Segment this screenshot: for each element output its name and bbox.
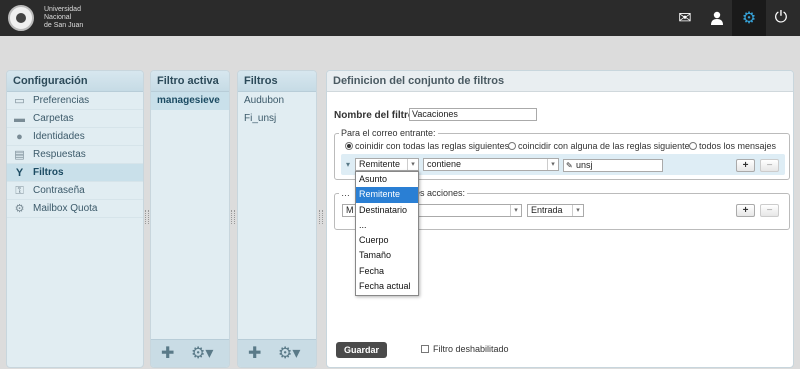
filter-disabled-option[interactable]: Filtro deshabilitado: [421, 344, 509, 354]
filter-icon: Y: [15, 167, 24, 179]
save-button[interactable]: Guardar: [336, 342, 387, 358]
filterset-item[interactable]: managesieve: [151, 92, 229, 110]
chevron-down-icon: ▾: [572, 205, 583, 216]
nav-item-mailbox-quota[interactable]: ⚙ Mailbox Quota: [7, 200, 143, 218]
filter-name-label: Nombre del filtro:: [334, 110, 418, 121]
rule-operator-select[interactable]: contiene ▾: [423, 158, 559, 171]
filters-panel: Filtros Audubon Fi_unsj ✚ ⚙▾: [237, 70, 317, 368]
add-icon[interactable]: ✚: [248, 346, 261, 362]
filters-title: Filtros: [238, 71, 316, 92]
action-folder-select[interactable]: Entrada ▾: [527, 204, 584, 217]
match-all-option[interactable]: coinidir con todas las reglas siguientes: [345, 141, 509, 151]
mail-icon[interactable]: ✉: [668, 0, 702, 36]
document-icon: ▤: [14, 149, 25, 161]
active-filter-panel: Filtro activa managesieve ✚ ⚙▾: [150, 70, 230, 368]
radio-icon: [689, 142, 697, 150]
add-rule-button[interactable]: +: [736, 159, 755, 172]
dropdown-option[interactable]: Remitente: [356, 187, 418, 203]
settings-icon[interactable]: ⚙: [732, 0, 766, 36]
radio-icon: [345, 142, 353, 150]
nav-item-contrasena[interactable]: ⚿ Contraseña: [7, 182, 143, 200]
nav-item-filtros[interactable]: Y Filtros: [7, 164, 143, 182]
incoming-legend: Para el correo entrante:: [341, 128, 436, 138]
radio-icon: [508, 142, 516, 150]
user-icon[interactable]: [700, 0, 734, 36]
config-panel: Configuración ▭ Preferencias ▬ Carpetas …: [6, 70, 144, 368]
monitor-icon: ▭: [14, 95, 25, 107]
expand-rule-icon[interactable]: ▾: [346, 160, 350, 169]
splitter[interactable]: [145, 210, 149, 224]
nav-item-respuestas[interactable]: ▤ Respuestas: [7, 146, 143, 164]
university-logo-icon[interactable]: [8, 5, 34, 31]
gear-menu-icon[interactable]: ⚙▾: [278, 346, 300, 362]
chevron-down-icon: ▾: [407, 159, 418, 170]
match-any-option[interactable]: coincidir con alguna de las reglas sigui…: [508, 141, 694, 151]
splitter[interactable]: [231, 210, 235, 224]
header-dropdown-list: Asunto Remitente Destinatario ... Cuerpo…: [355, 171, 419, 296]
checkbox-icon: [421, 345, 429, 353]
rule-header-select[interactable]: Remitente ▾: [355, 158, 419, 171]
filter-item[interactable]: Audubon: [238, 92, 316, 110]
dropdown-option[interactable]: Fecha actual: [356, 279, 418, 294]
nav-item-identidades[interactable]: ● Identidades: [7, 128, 143, 146]
dropdown-option[interactable]: Destinatario: [356, 203, 418, 218]
splitter[interactable]: [319, 210, 323, 224]
active-filter-title: Filtro activa: [151, 71, 229, 92]
filter-name-input[interactable]: Vacaciones: [409, 108, 537, 121]
dropdown-option[interactable]: Asunto: [356, 172, 418, 187]
dropdown-option[interactable]: Fecha: [356, 264, 418, 279]
dropdown-option[interactable]: ...: [356, 218, 418, 233]
main-title: Definicion del conjunto de filtros: [327, 71, 793, 92]
nav-item-preferencias[interactable]: ▭ Preferencias: [7, 92, 143, 110]
add-icon[interactable]: ✚: [161, 346, 174, 362]
power-icon[interactable]: ⏻: [764, 0, 798, 36]
edit-icon: ✎: [566, 161, 573, 170]
chevron-down-icon: ▾: [510, 205, 521, 216]
remove-rule-button[interactable]: −: [760, 159, 779, 172]
gear-icon: ⚙: [14, 203, 25, 215]
dropdown-option[interactable]: Cuerpo: [356, 233, 418, 248]
remove-action-button[interactable]: −: [760, 204, 779, 217]
active-filter-footer: ✚ ⚙▾: [151, 339, 229, 367]
rule-target-input[interactable]: ✎ unsj: [563, 159, 663, 172]
chevron-down-icon: ▾: [547, 159, 558, 170]
filters-footer: ✚ ⚙▾: [238, 339, 316, 367]
match-all-messages-option[interactable]: todos los mensajes: [689, 141, 776, 151]
filter-item[interactable]: Fi_unsj: [238, 110, 316, 128]
dropdown-option[interactable]: Tamaño: [356, 248, 418, 263]
config-panel-title: Configuración: [7, 71, 143, 92]
gear-menu-icon[interactable]: ⚙▾: [191, 346, 213, 362]
nav-item-carpetas[interactable]: ▬ Carpetas: [7, 110, 143, 128]
key-icon: ⚿: [15, 185, 24, 197]
person-icon: ●: [16, 131, 23, 143]
logo-text: Universidad Nacional de San Juan: [44, 6, 84, 29]
top-bar: Universidad Nacional de San Juan ✉ ⚙ ⏻: [0, 0, 800, 36]
add-action-button[interactable]: +: [736, 204, 755, 217]
folder-icon: ▬: [14, 113, 25, 125]
